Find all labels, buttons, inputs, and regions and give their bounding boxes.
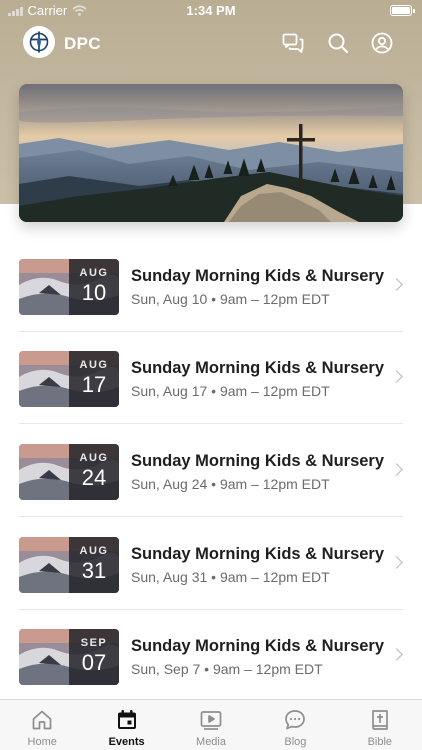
event-title: Sunday Morning Kids & Nursery xyxy=(131,267,385,285)
messages-icon[interactable] xyxy=(280,30,306,56)
event-thumbnail: SEP 07 xyxy=(19,629,119,685)
tab-label: Bible xyxy=(367,736,393,748)
date-month: AUG xyxy=(79,267,109,279)
event-row[interactable]: SEP 07 Sunday Morning Kids & Nursery Sun… xyxy=(0,610,422,702)
tab-bible[interactable]: Bible xyxy=(338,700,422,750)
event-title: Sunday Morning Kids & Nursery xyxy=(131,637,385,655)
divider xyxy=(19,423,403,424)
tab-events[interactable]: Events xyxy=(84,700,168,750)
cross-compass-icon[interactable] xyxy=(23,26,55,58)
chevron-right-icon xyxy=(390,648,403,661)
chat-bubble-icon xyxy=(285,710,306,730)
event-row[interactable]: AUG 31 Sunday Morning Kids & Nursery Sun… xyxy=(0,518,422,610)
calendar-icon xyxy=(117,710,136,729)
tab-blog[interactable]: Blog xyxy=(253,700,337,750)
event-row[interactable]: AUG 24 Sunday Morning Kids & Nursery Sun… xyxy=(0,425,422,517)
event-row[interactable]: AUG 17 Sunday Morning Kids & Nursery Sun… xyxy=(0,332,422,424)
chevron-right-icon xyxy=(390,556,403,569)
event-title: Sunday Morning Kids & Nursery xyxy=(131,359,385,377)
date-day: 07 xyxy=(81,650,107,675)
event-thumbnail: AUG 24 xyxy=(19,444,119,500)
search-icon[interactable] xyxy=(325,30,351,56)
date-day: 24 xyxy=(81,465,107,490)
tab-media[interactable]: Media xyxy=(169,700,253,750)
date-badge: SEP 07 xyxy=(69,629,119,685)
date-month: SEP xyxy=(80,637,108,649)
battery-icon xyxy=(390,5,415,16)
status-time: 1:34 PM xyxy=(186,3,236,18)
tab-label: Home xyxy=(27,736,57,748)
date-badge: AUG 17 xyxy=(69,351,119,407)
event-thumbnail: AUG 17 xyxy=(19,351,119,407)
profile-icon[interactable] xyxy=(369,30,395,56)
date-day: 10 xyxy=(81,280,107,305)
tab-label: Events xyxy=(108,736,145,748)
hero-image[interactable] xyxy=(19,84,403,222)
tab-home[interactable]: Home xyxy=(0,700,84,750)
event-datetime: Sun, Sep 7 • 9am – 12pm EDT xyxy=(131,661,323,677)
tab-label: Media xyxy=(196,736,226,748)
chevron-right-icon xyxy=(390,463,403,476)
chevron-right-icon xyxy=(390,370,403,383)
event-datetime: Sun, Aug 10 • 9am – 12pm EDT xyxy=(131,291,330,307)
app-name: DPC xyxy=(64,34,101,53)
event-datetime: Sun, Aug 24 • 9am – 12pm EDT xyxy=(131,476,330,492)
date-month: AUG xyxy=(79,452,109,464)
date-day: 31 xyxy=(81,558,107,583)
date-badge: AUG 24 xyxy=(69,444,119,500)
app-header: DPC xyxy=(0,24,422,64)
event-title: Sunday Morning Kids & Nursery xyxy=(131,545,385,563)
divider xyxy=(19,516,403,517)
home-icon xyxy=(32,710,52,730)
status-bar: Carrier 1:34 PM xyxy=(0,0,422,22)
bible-icon xyxy=(371,710,388,730)
tab-bar: Home Events Media Blog Bible xyxy=(0,699,422,750)
event-row[interactable]: AUG 10 Sunday Morning Kids & Nursery Sun… xyxy=(0,240,422,332)
date-badge: AUG 10 xyxy=(69,259,119,315)
media-icon xyxy=(200,711,222,730)
event-thumbnail: AUG 31 xyxy=(19,537,119,593)
event-title: Sunday Morning Kids & Nursery xyxy=(131,452,385,470)
date-month: AUG xyxy=(79,545,109,557)
tab-label: Blog xyxy=(284,736,307,748)
date-badge: AUG 31 xyxy=(69,537,119,593)
date-day: 17 xyxy=(81,372,107,397)
event-datetime: Sun, Aug 31 • 9am – 12pm EDT xyxy=(131,569,330,585)
event-datetime: Sun, Aug 17 • 9am – 12pm EDT xyxy=(131,383,330,399)
chevron-right-icon xyxy=(390,278,403,291)
date-month: AUG xyxy=(79,359,109,371)
event-thumbnail: AUG 10 xyxy=(19,259,119,315)
